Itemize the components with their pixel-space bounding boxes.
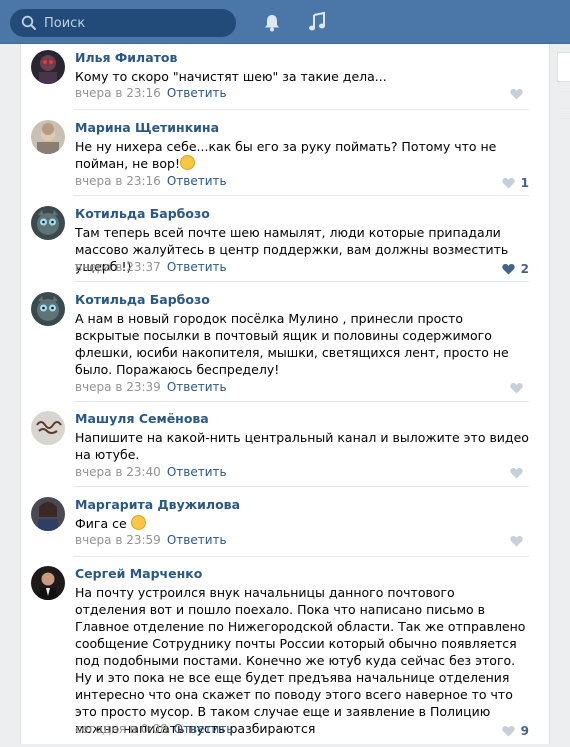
avatar[interactable]	[31, 206, 65, 240]
search-input[interactable]: Поиск	[10, 9, 236, 37]
search-placeholder: Поиск	[44, 15, 86, 31]
like-button[interactable]	[510, 382, 529, 394]
reply-button[interactable]: Ответить	[174, 722, 234, 736]
heart-icon	[502, 725, 515, 737]
comment-author[interactable]: Илья Филатов	[75, 50, 177, 65]
like-count: 1	[520, 176, 529, 190]
divider	[73, 281, 529, 282]
like-button[interactable]	[510, 535, 529, 547]
comment-author[interactable]: Марина Щетинкина	[75, 120, 219, 135]
avatar[interactable]	[31, 50, 65, 84]
comment-meta: вчера в 23:39 Ответить	[75, 380, 227, 395]
reply-button[interactable]: Ответить	[167, 465, 227, 479]
comment-item: Маргарита Двужилова Фига се вчера в 23:5…	[21, 497, 549, 557]
heart-icon	[510, 467, 523, 479]
avatar[interactable]	[31, 566, 65, 600]
flushed-emoji-icon	[130, 515, 146, 530]
heart-icon	[510, 535, 523, 547]
comment-time[interactable]: вчера в 23:59	[75, 533, 161, 547]
like-count: 9	[520, 724, 529, 738]
comments-panel: Илья Филатов Кому то скоро "начистят шею…	[20, 44, 550, 744]
comment-item: Котильда Барбозо А нам в новый городок п…	[21, 292, 549, 402]
comment-text: Не ну нихера себе...как бы его за руку п…	[75, 138, 529, 172]
reply-button[interactable]: Ответить	[167, 86, 227, 100]
thinking-emoji-icon	[179, 155, 195, 170]
like-count: 2	[520, 262, 529, 276]
comment-item: Сергей Марченко На почту устроился внук …	[21, 566, 549, 744]
comment-time[interactable]: вчера в 23:16	[75, 174, 161, 188]
comment-time[interactable]: вчера в 23:39	[75, 380, 161, 394]
comment-text-body: Не ну нихера себе...как бы его за руку п…	[75, 139, 497, 171]
divider	[73, 195, 529, 196]
music-icon[interactable]	[308, 12, 326, 32]
comment-text: На почту устроился внук начальницы данно…	[75, 585, 526, 736]
heart-icon	[502, 263, 515, 275]
reply-button[interactable]: Ответить	[167, 533, 227, 547]
divider	[73, 556, 529, 557]
comment-time[interactable]: сегодня в 0:08	[75, 722, 168, 736]
side-divider	[560, 108, 570, 109]
comment-meta: вчера в 23:16 Ответить	[75, 174, 227, 189]
reply-button[interactable]: Ответить	[167, 380, 227, 394]
comment-meta: вчера в 23:16 Ответить	[75, 86, 227, 101]
comment-time[interactable]: вчера в 23:40	[75, 465, 161, 479]
comment-item: Марина Щетинкина Не ну нихера себе...как…	[21, 120, 549, 196]
heart-icon	[510, 382, 523, 394]
avatar[interactable]	[31, 120, 65, 154]
right-gutter	[551, 44, 570, 747]
reply-button[interactable]: Ответить	[167, 174, 227, 188]
reply-button[interactable]: Ответить	[167, 260, 227, 274]
comment-author[interactable]: Котильда Барбозо	[75, 292, 210, 307]
like-button[interactable]	[510, 467, 529, 479]
comment-time[interactable]: вчера в 23:16	[75, 86, 161, 100]
comment-text-body: Фига се	[75, 516, 127, 531]
comment-meta: вчера в 23:59 Ответить	[75, 533, 227, 548]
bell-icon[interactable]	[262, 13, 282, 33]
like-button[interactable]: 2	[502, 262, 529, 276]
like-button[interactable]: 9	[502, 724, 529, 738]
side-card	[557, 52, 570, 82]
divider	[73, 401, 529, 402]
comment-author[interactable]: Котильда Барбозо	[75, 206, 210, 221]
heart-icon	[502, 177, 515, 189]
comment-author[interactable]: Маргарита Двужилова	[75, 497, 240, 512]
comment-time[interactable]: вчера в 23:37	[75, 260, 161, 274]
comment-meta: вчера в 23:37 Ответить	[75, 260, 227, 275]
like-button[interactable]	[510, 88, 529, 100]
comment-text: Кому то скоро "начистят шею" за такие де…	[75, 69, 387, 84]
like-button[interactable]: 1	[502, 176, 529, 190]
comment-item: Машуля Семёнова Напишите на какой-нить ц…	[21, 411, 549, 487]
avatar[interactable]	[31, 497, 65, 531]
comment-text: Напишите на какой-нить центральный канал…	[75, 430, 529, 462]
comment-item: Илья Филатов Кому то скоро "начистят шею…	[21, 50, 549, 110]
comment-meta: вчера в 23:40 Ответить	[75, 465, 227, 480]
comment-author[interactable]: Машуля Семёнова	[75, 411, 209, 426]
side-divider	[560, 91, 570, 92]
comment-text: А нам в новый городок посёлка Мулино , п…	[75, 311, 509, 377]
avatar[interactable]	[31, 292, 65, 326]
avatar[interactable]	[31, 411, 65, 445]
search-icon	[21, 15, 36, 30]
divider	[73, 109, 529, 110]
heart-icon	[510, 88, 523, 100]
divider	[73, 486, 529, 487]
comment-item: Котильда Барбозо Там теперь всей почте ш…	[21, 206, 549, 282]
top-bar: Поиск	[0, 0, 570, 44]
comment-text: Фига се	[75, 515, 529, 532]
side-divider	[560, 118, 570, 119]
comment-meta: сегодня в 0:08 Ответить	[75, 722, 233, 737]
comment-author[interactable]: Сергей Марченко	[75, 566, 202, 581]
